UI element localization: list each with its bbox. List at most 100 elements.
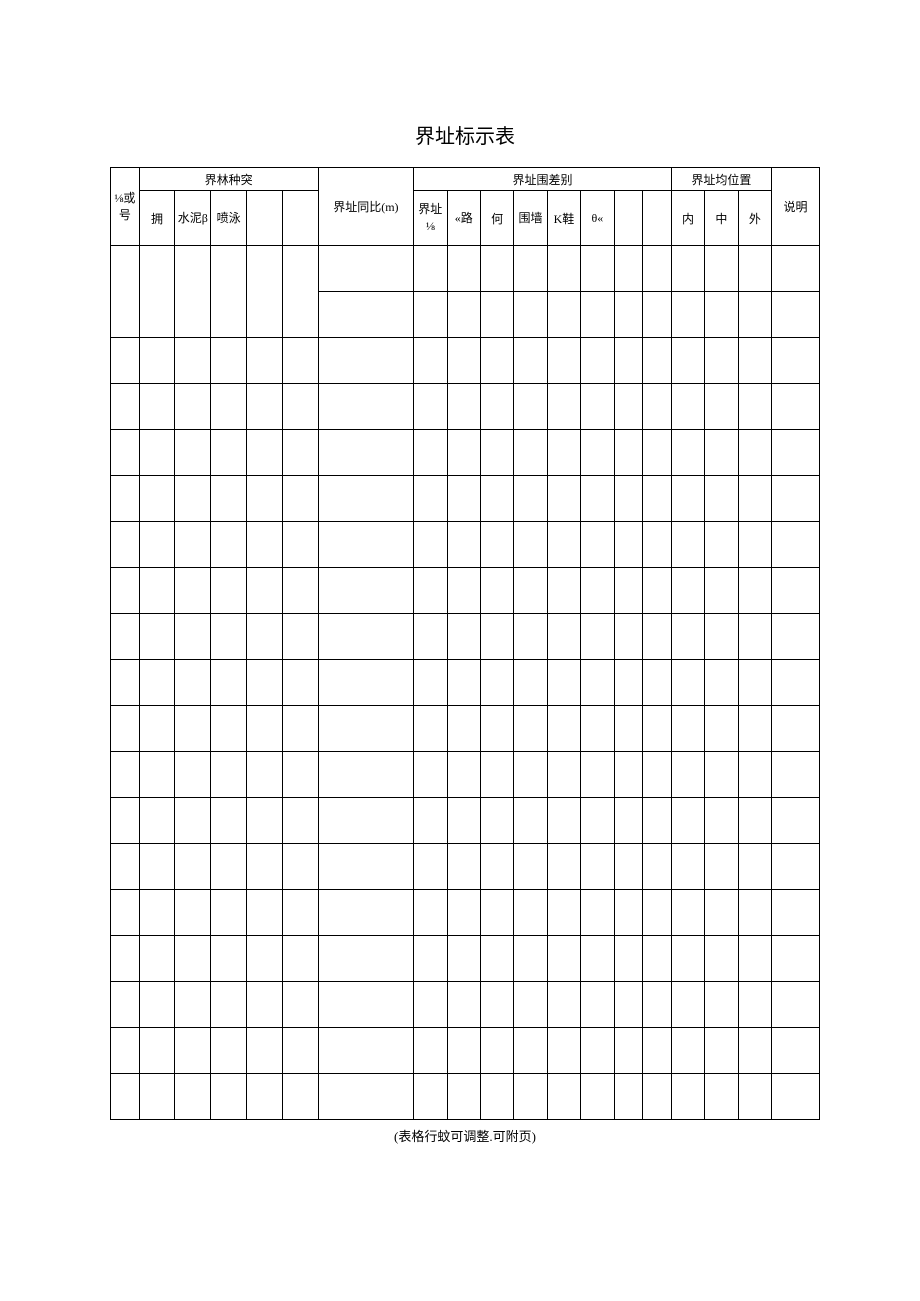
table-cell: [581, 936, 614, 982]
table-cell: [514, 568, 547, 614]
table-cell: [643, 844, 672, 890]
table-cell: [111, 476, 140, 522]
table-cell: [282, 1028, 318, 1074]
table-cell: [318, 844, 413, 890]
table-cell: [211, 430, 247, 476]
table-cell: [705, 936, 738, 982]
table-cell: [318, 890, 413, 936]
table-cell: [643, 1074, 672, 1120]
table-cell: [247, 1074, 283, 1120]
table-cell: [282, 706, 318, 752]
table-cell: [318, 476, 413, 522]
table-cell: [139, 752, 175, 798]
table-cell: [643, 936, 672, 982]
table-cell: [547, 1074, 580, 1120]
table-cell: [581, 982, 614, 1028]
col-group-3: 界址均位置: [671, 168, 771, 191]
table-cell: [211, 752, 247, 798]
table-cell: [480, 430, 513, 476]
table-cell: [414, 1074, 447, 1120]
table-cell: [547, 568, 580, 614]
table-cell: [547, 246, 580, 292]
table-cell: [738, 384, 771, 430]
col-header-note: 说明: [772, 168, 820, 246]
table-cell: [447, 338, 480, 384]
table-cell: [581, 338, 614, 384]
table-cell: [247, 338, 283, 384]
table-cell: [480, 1028, 513, 1074]
table-row: [111, 936, 820, 982]
table-cell: [614, 798, 643, 844]
table-cell: [282, 476, 318, 522]
table-cell: [514, 522, 547, 568]
table-cell: [247, 752, 283, 798]
table-cell: [447, 752, 480, 798]
table-cell: [480, 384, 513, 430]
table-cell: [175, 844, 211, 890]
table-cell: [738, 292, 771, 338]
col-header-dist: 界址同比(m): [318, 168, 413, 246]
table-cell: [318, 614, 413, 660]
table-cell: [414, 476, 447, 522]
table-cell: [414, 1028, 447, 1074]
table-cell: [447, 614, 480, 660]
table-cell: [111, 338, 140, 384]
table-cell: [643, 982, 672, 1028]
table-cell: [211, 522, 247, 568]
table-row: [111, 660, 820, 706]
table-cell: [671, 936, 704, 982]
table-cell: [480, 614, 513, 660]
table-footnote: (表格行蚊可调整.可附页): [110, 1126, 820, 1145]
table-cell: [318, 246, 413, 292]
table-cell: [671, 614, 704, 660]
table-cell: [414, 982, 447, 1028]
table-cell: [175, 384, 211, 430]
table-cell: [772, 936, 820, 982]
table-cell: [447, 1074, 480, 1120]
table-cell: [139, 384, 175, 430]
table-cell: [581, 568, 614, 614]
table-cell: [139, 706, 175, 752]
table-cell: [480, 292, 513, 338]
table-cell: [480, 338, 513, 384]
table-cell: [772, 752, 820, 798]
table-cell: [738, 982, 771, 1028]
table-cell: [772, 614, 820, 660]
table-cell: [111, 798, 140, 844]
col-header-10: 围墙: [514, 191, 547, 246]
table-cell: [614, 982, 643, 1028]
table-cell: [247, 706, 283, 752]
table-cell: [772, 522, 820, 568]
table-row: [111, 844, 820, 890]
table-cell: [643, 430, 672, 476]
table-row: [111, 246, 820, 292]
table-row: [111, 798, 820, 844]
table-cell: [514, 1074, 547, 1120]
table-cell: [447, 292, 480, 338]
table-cell: [247, 844, 283, 890]
table-cell: [581, 706, 614, 752]
table-cell: [447, 982, 480, 1028]
table-cell: [671, 338, 704, 384]
table-cell: [547, 752, 580, 798]
table-cell: [547, 614, 580, 660]
table-cell: [614, 292, 643, 338]
table-cell: [738, 844, 771, 890]
table-cell: [614, 384, 643, 430]
table-cell: [643, 384, 672, 430]
table-cell: [705, 568, 738, 614]
table-cell: [318, 1074, 413, 1120]
col-header-9: 何: [480, 191, 513, 246]
table-cell: [175, 522, 211, 568]
table-cell: [581, 384, 614, 430]
table-cell: [671, 1028, 704, 1074]
table-cell: [318, 338, 413, 384]
table-row: [111, 706, 820, 752]
table-cell: [414, 522, 447, 568]
table-cell: [738, 246, 771, 292]
table-cell: [514, 936, 547, 982]
table-cell: [547, 522, 580, 568]
col-header-8: «路: [447, 191, 480, 246]
table-cell: [318, 292, 413, 338]
table-cell: [547, 384, 580, 430]
